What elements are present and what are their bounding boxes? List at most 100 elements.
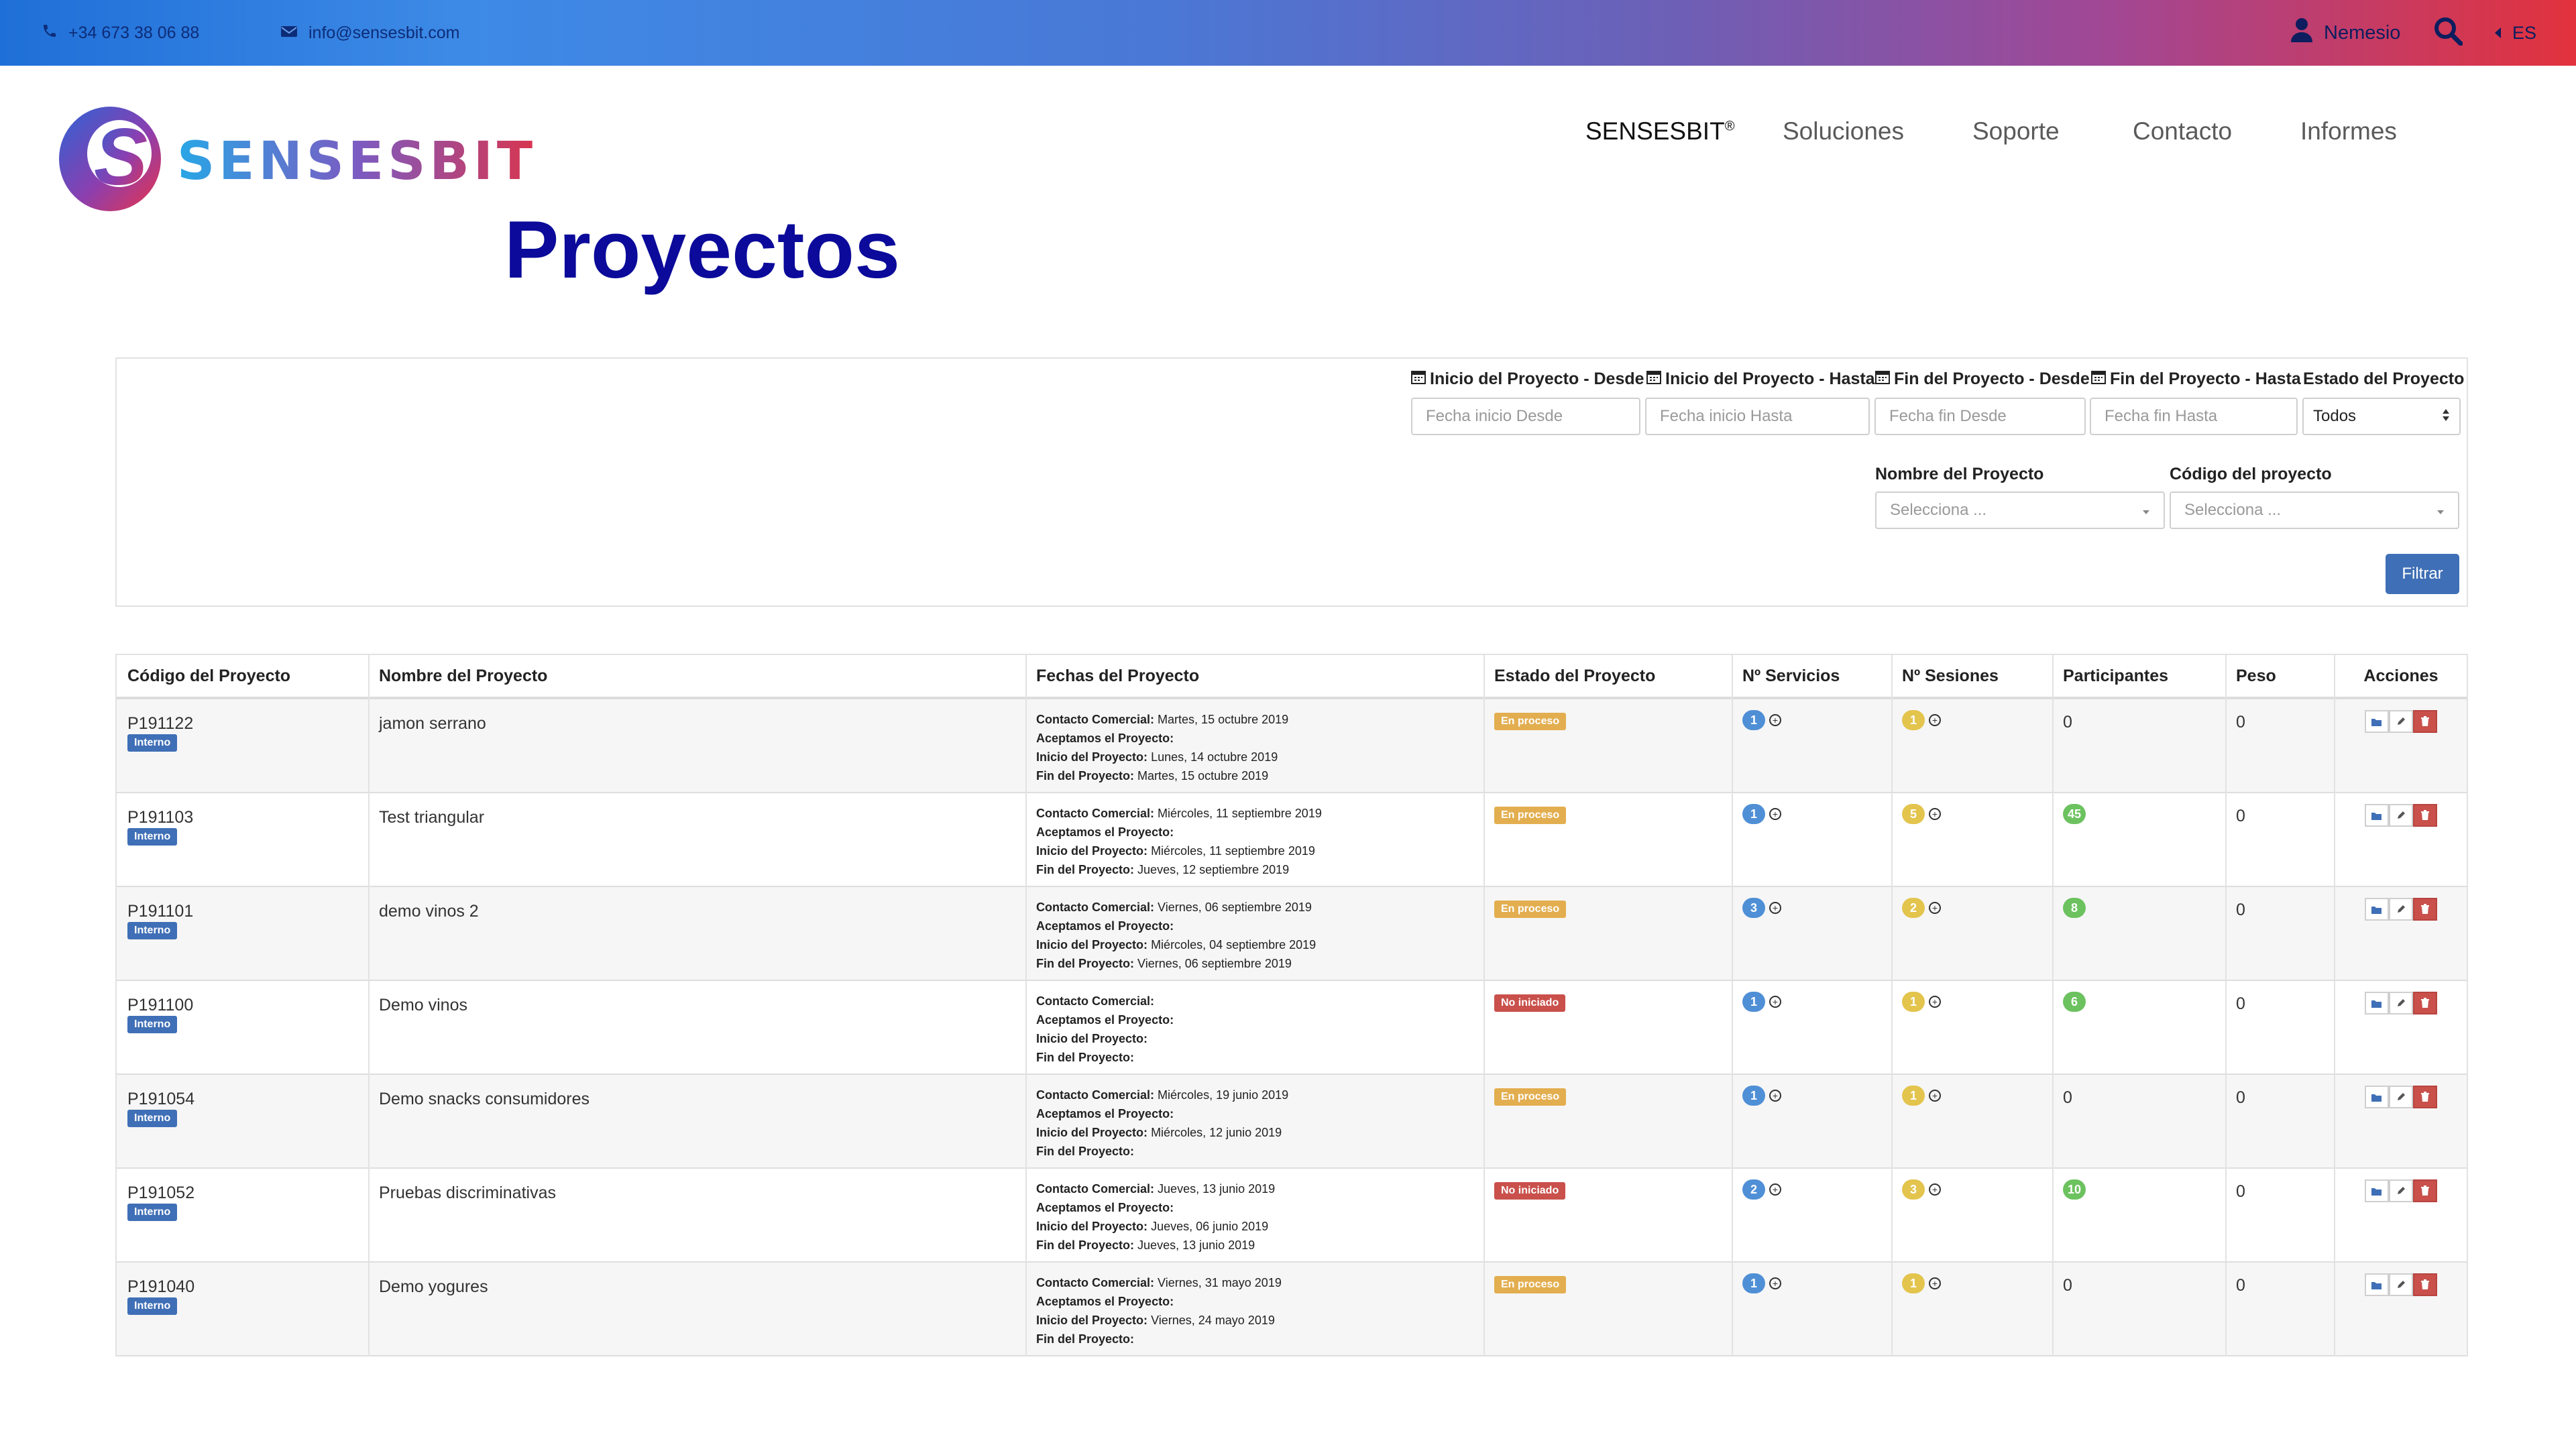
add-sesion-icon[interactable]: + bbox=[1929, 996, 1941, 1008]
add-servicio-icon[interactable]: + bbox=[1769, 1183, 1781, 1196]
sesiones-count[interactable]: 3 bbox=[1902, 1179, 1925, 1200]
edit-project-button[interactable] bbox=[2389, 992, 2413, 1015]
add-servicio-icon[interactable]: + bbox=[1769, 902, 1781, 914]
sesiones-count[interactable]: 5 bbox=[1902, 804, 1925, 824]
edit-project-button[interactable] bbox=[2389, 710, 2413, 733]
participantes-count[interactable]: 45 bbox=[2063, 804, 2086, 824]
table-row[interactable]: P191052 Interno Pruebas discriminativas Con… bbox=[117, 1169, 2467, 1263]
project-code: P191052 bbox=[127, 1183, 195, 1202]
edit-project-button[interactable] bbox=[2389, 1273, 2413, 1296]
nav-soporte[interactable]: Soporte bbox=[1972, 117, 2060, 147]
edit-project-button[interactable] bbox=[2389, 898, 2413, 921]
date-fin: Martes, 15 octubre 2019 bbox=[1137, 769, 1269, 783]
date-label-aceptamos: Aceptamos el Proyecto: bbox=[1036, 1013, 1174, 1027]
add-servicio-icon[interactable]: + bbox=[1769, 996, 1781, 1008]
search-button[interactable] bbox=[2433, 0, 2463, 66]
nav-soluciones[interactable]: Soluciones bbox=[1783, 117, 1904, 147]
email-contact[interactable]: info@sensesbit.com bbox=[280, 0, 459, 66]
nav-contacto[interactable]: Contacto bbox=[2133, 117, 2232, 147]
fecha-inicio-hasta-input[interactable]: Fecha inicio Hasta bbox=[1645, 398, 1870, 435]
sesiones-count[interactable]: 1 bbox=[1902, 1273, 1925, 1293]
add-sesion-icon[interactable]: + bbox=[1929, 1277, 1941, 1289]
user-menu[interactable]: Nemesio bbox=[2290, 0, 2400, 66]
participantes-count[interactable]: 8 bbox=[2063, 898, 2086, 918]
sesiones-count[interactable]: 1 bbox=[1902, 992, 1925, 1012]
open-project-button[interactable] bbox=[2365, 1179, 2389, 1202]
nav-sensesbit[interactable]: SENSESBIT® bbox=[1585, 117, 1734, 147]
cell-servicios: 3 + bbox=[1732, 887, 1891, 981]
logo-wordmark: SENSESBIT bbox=[177, 131, 537, 192]
table-row[interactable]: P191054 Interno Demo snacks consumidores Co… bbox=[117, 1075, 2467, 1169]
open-project-button[interactable] bbox=[2365, 1086, 2389, 1108]
header-codigo[interactable]: Código del Proyecto bbox=[117, 655, 368, 697]
codigo-proyecto-select[interactable]: Selecciona ... bbox=[2170, 491, 2459, 529]
open-project-button[interactable] bbox=[2365, 1273, 2389, 1296]
participantes-count[interactable]: 10 bbox=[2063, 1179, 2086, 1200]
table-row[interactable]: P191040 Interno Demo yogures Contacto Comer… bbox=[117, 1263, 2467, 1356]
table-row[interactable]: P191101 Interno demo vinos 2 Contacto Comer… bbox=[117, 887, 2467, 981]
add-sesion-icon[interactable]: + bbox=[1929, 714, 1941, 726]
nav-informes[interactable]: Informes bbox=[2300, 117, 2397, 147]
open-project-button[interactable] bbox=[2365, 804, 2389, 827]
delete-project-button[interactable] bbox=[2413, 992, 2437, 1015]
servicios-count[interactable]: 1 bbox=[1742, 1086, 1765, 1106]
header-fechas[interactable]: Fechas del Proyecto bbox=[1025, 655, 1483, 697]
open-project-button[interactable] bbox=[2365, 992, 2389, 1015]
language-selector[interactable]: ES bbox=[2494, 0, 2536, 66]
date-label-aceptamos: Aceptamos el Proyecto: bbox=[1036, 1295, 1174, 1308]
table-row[interactable]: P191100 Interno Demo vinos Contacto Comerci… bbox=[117, 981, 2467, 1075]
sesiones-count[interactable]: 1 bbox=[1902, 1086, 1925, 1106]
fecha-fin-desde-input[interactable]: Fecha fin Desde bbox=[1874, 398, 2086, 435]
project-name: Demo yogures bbox=[379, 1277, 488, 1296]
open-project-button[interactable] bbox=[2365, 898, 2389, 921]
servicios-count[interactable]: 1 bbox=[1742, 804, 1765, 824]
add-servicio-icon[interactable]: + bbox=[1769, 1277, 1781, 1289]
nombre-proyecto-select[interactable]: Selecciona ... bbox=[1875, 491, 2165, 529]
servicios-count[interactable]: 1 bbox=[1742, 992, 1765, 1012]
add-servicio-icon[interactable]: + bbox=[1769, 1090, 1781, 1102]
delete-project-button[interactable] bbox=[2413, 1086, 2437, 1108]
delete-project-button[interactable] bbox=[2413, 710, 2437, 733]
filter-button[interactable]: Filtrar bbox=[2386, 554, 2459, 594]
fecha-fin-hasta-input[interactable]: Fecha fin Hasta bbox=[2090, 398, 2298, 435]
cell-servicios: 1 + bbox=[1732, 1263, 1891, 1356]
header-servicios[interactable]: Nº Servicios bbox=[1732, 655, 1891, 697]
sesiones-count[interactable]: 1 bbox=[1902, 710, 1925, 730]
delete-project-button[interactable] bbox=[2413, 804, 2437, 827]
add-sesion-icon[interactable]: + bbox=[1929, 1183, 1941, 1196]
servicios-count[interactable]: 1 bbox=[1742, 710, 1765, 730]
add-sesion-icon[interactable]: + bbox=[1929, 1090, 1941, 1102]
sensesbit-logo[interactable]: S SENSESBIT bbox=[56, 104, 563, 215]
header-nombre[interactable]: Nombre del Proyecto bbox=[368, 655, 1025, 697]
header-participantes[interactable]: Participantes bbox=[2052, 655, 2225, 697]
add-sesion-icon[interactable]: + bbox=[1929, 808, 1941, 820]
phone-contact[interactable]: +34 673 38 06 88 bbox=[42, 0, 199, 66]
project-dates: Contacto Comercial: Viernes, 06 septiemb… bbox=[1036, 898, 1316, 973]
edit-project-button[interactable] bbox=[2389, 1086, 2413, 1108]
add-sesion-icon[interactable]: + bbox=[1929, 902, 1941, 914]
status-badge: En proceso bbox=[1494, 807, 1567, 824]
delete-project-button[interactable] bbox=[2413, 1179, 2437, 1202]
peso-value: 0 bbox=[2236, 994, 2245, 1013]
estado-select[interactable]: Todos bbox=[2302, 398, 2461, 435]
table-row[interactable]: P191103 Interno Test triangular Contacto Co… bbox=[117, 793, 2467, 887]
fecha-inicio-desde-input[interactable]: Fecha inicio Desde bbox=[1411, 398, 1640, 435]
delete-project-button[interactable] bbox=[2413, 1273, 2437, 1296]
sesiones-count[interactable]: 2 bbox=[1902, 898, 1925, 918]
servicios-count[interactable]: 1 bbox=[1742, 1273, 1765, 1293]
header-peso[interactable]: Peso bbox=[2225, 655, 2334, 697]
edit-project-button[interactable] bbox=[2389, 1179, 2413, 1202]
servicios-count[interactable]: 2 bbox=[1742, 1179, 1765, 1200]
servicios-count[interactable]: 3 bbox=[1742, 898, 1765, 918]
project-code: P191103 bbox=[127, 808, 194, 827]
participantes-count[interactable]: 6 bbox=[2063, 992, 2086, 1012]
add-servicio-icon[interactable]: + bbox=[1769, 714, 1781, 726]
delete-project-button[interactable] bbox=[2413, 898, 2437, 921]
cell-sesiones: 1 + bbox=[1891, 1263, 2052, 1356]
add-servicio-icon[interactable]: + bbox=[1769, 808, 1781, 820]
open-project-button[interactable] bbox=[2365, 710, 2389, 733]
header-estado[interactable]: Estado del Proyecto bbox=[1483, 655, 1732, 697]
edit-project-button[interactable] bbox=[2389, 804, 2413, 827]
header-sesiones[interactable]: Nº Sesiones bbox=[1891, 655, 2052, 697]
table-row[interactable]: P191122 Interno jamon serrano Contacto Come… bbox=[117, 699, 2467, 793]
